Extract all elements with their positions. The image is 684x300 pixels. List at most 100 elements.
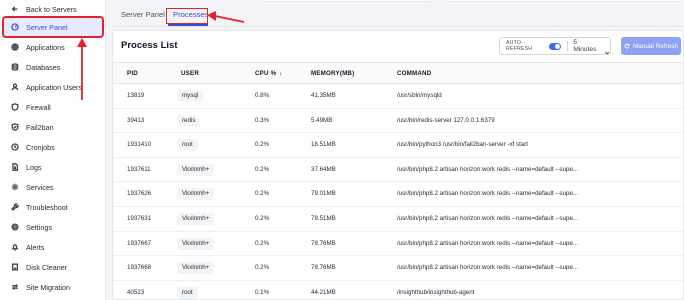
arrow-left-icon <box>7 5 23 13</box>
cell-memory: 41.35MB <box>311 92 336 99</box>
sidebar-item-label: Site Migration <box>26 282 70 292</box>
cell-memory: 78.76MB <box>311 239 336 247</box>
sidebar-item-logs[interactable]: Logs <box>4 158 102 176</box>
globe-icon <box>7 43 23 51</box>
process-list-panel: Process List AUTO-REFRESH 5 Minutes Manu… <box>112 30 684 300</box>
sidebar-item-back-to-servers[interactable]: Back to Servers <box>4 0 102 18</box>
sidebar-item-cronjobs[interactable]: Cronjobs <box>4 138 102 156</box>
sidebar-item-applications[interactable]: Applications <box>4 38 102 56</box>
cell-command: /usr/bin/php8.2 artisan horizon:work red… <box>397 214 579 222</box>
sidebar-item-databases[interactable]: Databases <box>4 58 102 76</box>
cell-user: redis <box>177 114 201 127</box>
cell-command: /insighthub/insighthub-agent <box>397 288 475 296</box>
sidebar-item-services[interactable]: Services <box>4 178 102 196</box>
annotation-highlight-box <box>166 8 208 24</box>
cell-command: /usr/bin/php8.2 artisan horizon:work red… <box>397 264 579 272</box>
sidebar-item-label: Back to Servers <box>26 4 77 14</box>
page-title: Process List <box>121 40 178 51</box>
sidebar-item-alerts[interactable]: Alerts <box>4 238 102 256</box>
table-row: 40523 root 0.1% 44.21MB/insighthub/insighth… <box>113 281 683 300</box>
file-icon <box>7 163 23 171</box>
sidebar-item-troubleshoot[interactable]: Troubleshoot <box>4 198 102 216</box>
table-row: 1937626 Vkxlnmh+ 0.2% 79.01MB/usr/bin/php8.… <box>113 182 683 207</box>
cell-cpu: 0.2% <box>255 190 270 198</box>
table-header: PID USER CPU % ↓ MEMORY(MB) COMMAND <box>113 62 683 84</box>
cell-pid: 1937611 <box>127 165 151 173</box>
table-row: 1937631 Vkxlnmh+ 0.2% 78.51MB/usr/bin/php8.… <box>113 207 683 232</box>
cell-pid: 1937631 <box>127 214 152 222</box>
sidebar-item-server-panel[interactable]: Server Panel <box>2 16 104 38</box>
cell-memory: 79.01MB <box>311 190 336 198</box>
sidebar-item-settings[interactable]: Settings <box>4 218 102 236</box>
sidebar-item-label: Databases <box>26 62 61 72</box>
cell-cpu: 0.8% <box>255 92 270 99</box>
sidebar-item-site-migration[interactable]: Site Migration <box>4 278 102 296</box>
sidebar-item-label: Fail2ban <box>26 122 54 132</box>
cell-user: Vkxlnmh+ <box>177 163 215 176</box>
sidebar-item-firewall[interactable]: Firewall <box>4 98 102 116</box>
cell-memory: 18.51MB <box>311 141 336 149</box>
gear-icon <box>7 183 23 191</box>
chevron-down-icon[interactable] <box>604 43 610 55</box>
cell-command: /usr/bin/redis-server 127.0.0.1:6379 <box>397 116 495 124</box>
sidebar-item-label: Disk Cleaner <box>26 262 68 272</box>
table-row: 1937611 Vkxlnmh+ 0.2% 37.64MB/usr/bin/php8.… <box>113 158 683 183</box>
cell-command: /usr/bin/php8.2 artisan horizon:work red… <box>397 165 579 173</box>
table-row: 1937667 Vkxlnmh+ 0.2% 78.76MB/usr/bin/php8.… <box>113 232 683 257</box>
tab-divider <box>112 26 684 27</box>
tab-active-indicator <box>168 24 208 26</box>
table-row: 13819 mysql 0.8% 41.35MB/usr/sbin/mysqld <box>113 84 683 109</box>
cell-memory: 78.76MB <box>311 264 336 272</box>
sidebar-item-label: Alerts <box>26 242 45 252</box>
shield-check-icon <box>7 123 23 131</box>
cell-command: /usr/bin/php8.2 artisan horizon:work red… <box>397 190 579 198</box>
manual-refresh-button[interactable]: Manual Refresh <box>621 37 681 55</box>
cell-memory: 44.21MB <box>311 288 336 296</box>
cell-cpu: 0.2% <box>255 141 270 149</box>
refresh-icon <box>624 43 630 49</box>
process-table: PID USER CPU % ↓ MEMORY(MB) COMMAND 13819… <box>113 62 683 300</box>
cell-user: Vkxlnmh+ <box>177 212 215 225</box>
cell-cpu: 0.2% <box>255 264 270 272</box>
cell-memory: 5.49MB <box>311 116 333 124</box>
cell-pid: 1937668 <box>127 264 152 272</box>
sidebar-item-label: Troubleshoot <box>26 202 68 212</box>
clock-icon <box>7 143 23 151</box>
cell-memory: 78.51MB <box>311 214 336 222</box>
cell-command: /usr/sbin/mysqld <box>397 92 442 99</box>
cell-user: mysql <box>177 90 204 102</box>
cell-pid: 40523 <box>127 288 145 296</box>
tab-server-panel[interactable]: Server Panel <box>121 10 165 19</box>
sort-down-icon[interactable]: ↓ <box>279 70 282 77</box>
column-header-cpu[interactable]: CPU % ↓ <box>255 70 283 77</box>
user-icon <box>7 83 23 91</box>
cell-memory: 37.64MB <box>311 165 336 173</box>
cell-command: /usr/bin/python3 /usr/bin/fail2ban-serve… <box>397 141 529 149</box>
settings-icon <box>7 223 23 231</box>
sidebar-item-disk-cleaner[interactable]: Disk Cleaner <box>4 258 102 276</box>
gauge-icon <box>7 23 23 31</box>
sidebar: Back to Servers Server Panel Application… <box>0 0 106 300</box>
auto-refresh-toggle[interactable] <box>548 42 562 50</box>
refresh-interval-select[interactable]: 5 Minutes <box>573 39 599 53</box>
column-header-pid[interactable]: PID <box>127 70 138 77</box>
cell-pid: 1931410 <box>127 141 152 149</box>
cell-cpu: 0.2% <box>255 165 270 173</box>
sidebar-item-application-users[interactable]: Application Users <box>4 78 102 96</box>
cell-pid: 39413 <box>127 116 145 124</box>
sidebar-item-label: Applications <box>26 42 65 52</box>
cell-pid: 13819 <box>127 92 145 99</box>
divider <box>567 41 569 51</box>
cell-cpu: 0.2% <box>255 214 270 222</box>
column-header-memory[interactable]: MEMORY(MB) <box>311 70 354 77</box>
sidebar-item-label: Server Panel <box>26 22 68 32</box>
sidebar-item-label: Application Users <box>26 82 82 92</box>
column-header-command[interactable]: COMMAND <box>397 70 431 77</box>
sidebar-item-fail2ban[interactable]: Fail2ban <box>4 118 102 136</box>
cell-cpu: 0.1% <box>255 288 270 296</box>
cell-pid: 1937667 <box>127 239 152 247</box>
column-header-user[interactable]: USER <box>181 70 199 77</box>
auto-refresh-label: AUTO-REFRESH <box>506 40 533 52</box>
cell-user: root <box>177 139 198 152</box>
sidebar-item-label: Settings <box>26 222 52 232</box>
